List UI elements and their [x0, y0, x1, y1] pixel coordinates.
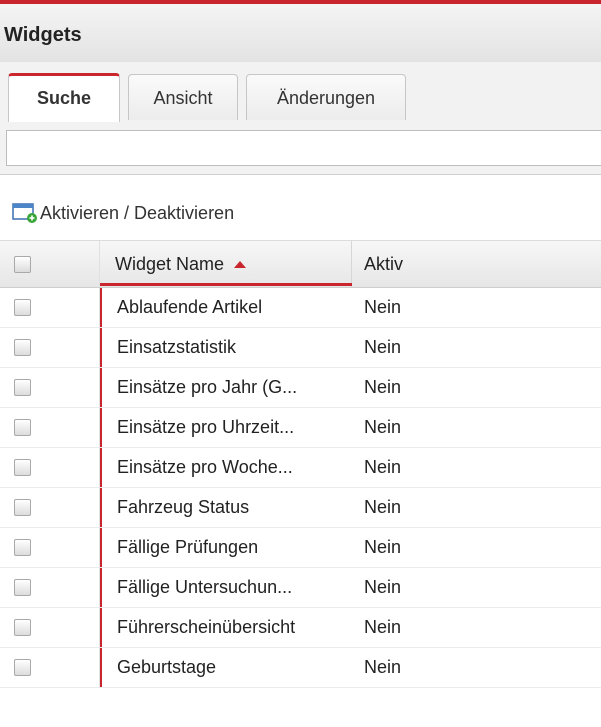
row-checkbox-cell	[0, 568, 100, 607]
row-checkbox-cell	[0, 608, 100, 647]
row-checkbox-cell	[0, 488, 100, 527]
aktiv-cell: Nein	[364, 537, 402, 557]
widget-name-cell: Führerscheinübersicht	[100, 608, 352, 647]
tab-strip: Suche Ansicht Änderungen	[0, 62, 601, 123]
widget-name-cell: Einsätze pro Jahr (G...	[100, 368, 352, 407]
row-checkbox[interactable]	[14, 579, 31, 596]
row-checkbox[interactable]	[14, 539, 31, 556]
table-row[interactable]: Fällige Untersuchun... Nein	[0, 568, 601, 608]
tab-aenderungen[interactable]: Änderungen	[246, 74, 406, 120]
row-checkbox-cell	[0, 448, 100, 487]
row-checkbox-cell	[0, 528, 100, 567]
table-row[interactable]: Geburtstage Nein	[0, 648, 601, 688]
widget-name-cell: Einsätze pro Uhrzeit...	[100, 408, 352, 447]
tab-ansicht[interactable]: Ansicht	[128, 74, 238, 120]
search-bar	[0, 122, 601, 175]
grid-header: Widget Name Aktiv	[0, 240, 601, 288]
aktiv-cell: Nein	[364, 617, 402, 637]
table-row[interactable]: Fahrzeug Status Nein	[0, 488, 601, 528]
widget-name-cell: Fahrzeug Status	[100, 488, 352, 527]
table-row[interactable]: Einsatzstatistik Nein	[0, 328, 601, 368]
table-row[interactable]: Ablaufende Artikel Nein	[0, 288, 601, 328]
select-all-checkbox[interactable]	[14, 255, 31, 273]
add-widget-icon	[12, 203, 37, 223]
toolbar: Aktivieren / Deaktivieren	[0, 190, 601, 234]
aktiv-cell: Nein	[364, 657, 402, 677]
widget-name-cell: Ablaufende Artikel	[100, 288, 352, 327]
search-input[interactable]	[6, 130, 601, 166]
widget-name-cell: Fällige Prüfungen	[100, 528, 352, 567]
column-header-widget-name[interactable]: Widget Name	[100, 241, 352, 287]
row-checkbox-cell	[0, 648, 100, 687]
row-checkbox-cell	[0, 328, 100, 367]
row-checkbox[interactable]	[14, 339, 31, 356]
row-checkbox-cell	[0, 408, 100, 447]
widget-name-cell: Einsätze pro Woche...	[100, 448, 352, 487]
widgets-grid: Widget Name Aktiv Ablaufende Artikel Nei…	[0, 240, 601, 688]
row-checkbox[interactable]	[14, 619, 31, 636]
row-checkbox-cell	[0, 368, 100, 407]
table-row[interactable]: Einsätze pro Jahr (G... Nein	[0, 368, 601, 408]
widget-name-cell: Fällige Untersuchun...	[100, 568, 352, 607]
sort-ascending-icon	[234, 260, 247, 268]
row-checkbox[interactable]	[14, 379, 31, 396]
panel-header: Widgets	[0, 4, 601, 63]
header-checkbox-cell	[0, 241, 100, 287]
panel-title: Widgets	[4, 24, 82, 46]
tab-suche[interactable]: Suche	[8, 73, 120, 122]
table-row[interactable]: Fällige Prüfungen Nein	[0, 528, 601, 568]
widget-name-cell: Geburtstage	[100, 648, 352, 687]
row-checkbox[interactable]	[14, 419, 31, 436]
table-row[interactable]: Einsätze pro Uhrzeit... Nein	[0, 408, 601, 448]
table-row[interactable]: Einsätze pro Woche... Nein	[0, 448, 601, 488]
aktiv-cell: Nein	[364, 457, 402, 477]
table-row[interactable]: Führerscheinübersicht Nein	[0, 608, 601, 648]
row-checkbox-cell	[0, 288, 100, 327]
row-checkbox[interactable]	[14, 659, 31, 676]
aktiv-cell: Nein	[364, 337, 402, 357]
row-checkbox[interactable]	[14, 499, 31, 516]
row-checkbox[interactable]	[14, 299, 31, 316]
column-label-aktiv: Aktiv	[364, 253, 404, 274]
aktiv-cell: Nein	[364, 297, 402, 317]
widget-name-cell: Einsatzstatistik	[100, 328, 352, 367]
aktiv-cell: Nein	[364, 577, 402, 597]
aktiv-cell: Nein	[364, 377, 402, 397]
activate-deactivate-button[interactable]: Aktivieren / Deaktivieren	[12, 198, 234, 228]
aktiv-cell: Nein	[364, 497, 402, 517]
sort-indicator-bar	[100, 283, 352, 286]
column-label-widget-name: Widget Name	[115, 253, 225, 274]
column-header-aktiv[interactable]: Aktiv	[352, 241, 601, 287]
aktiv-cell: Nein	[364, 417, 402, 437]
activate-deactivate-label: Aktivieren / Deaktivieren	[40, 202, 235, 223]
row-checkbox[interactable]	[14, 459, 31, 476]
